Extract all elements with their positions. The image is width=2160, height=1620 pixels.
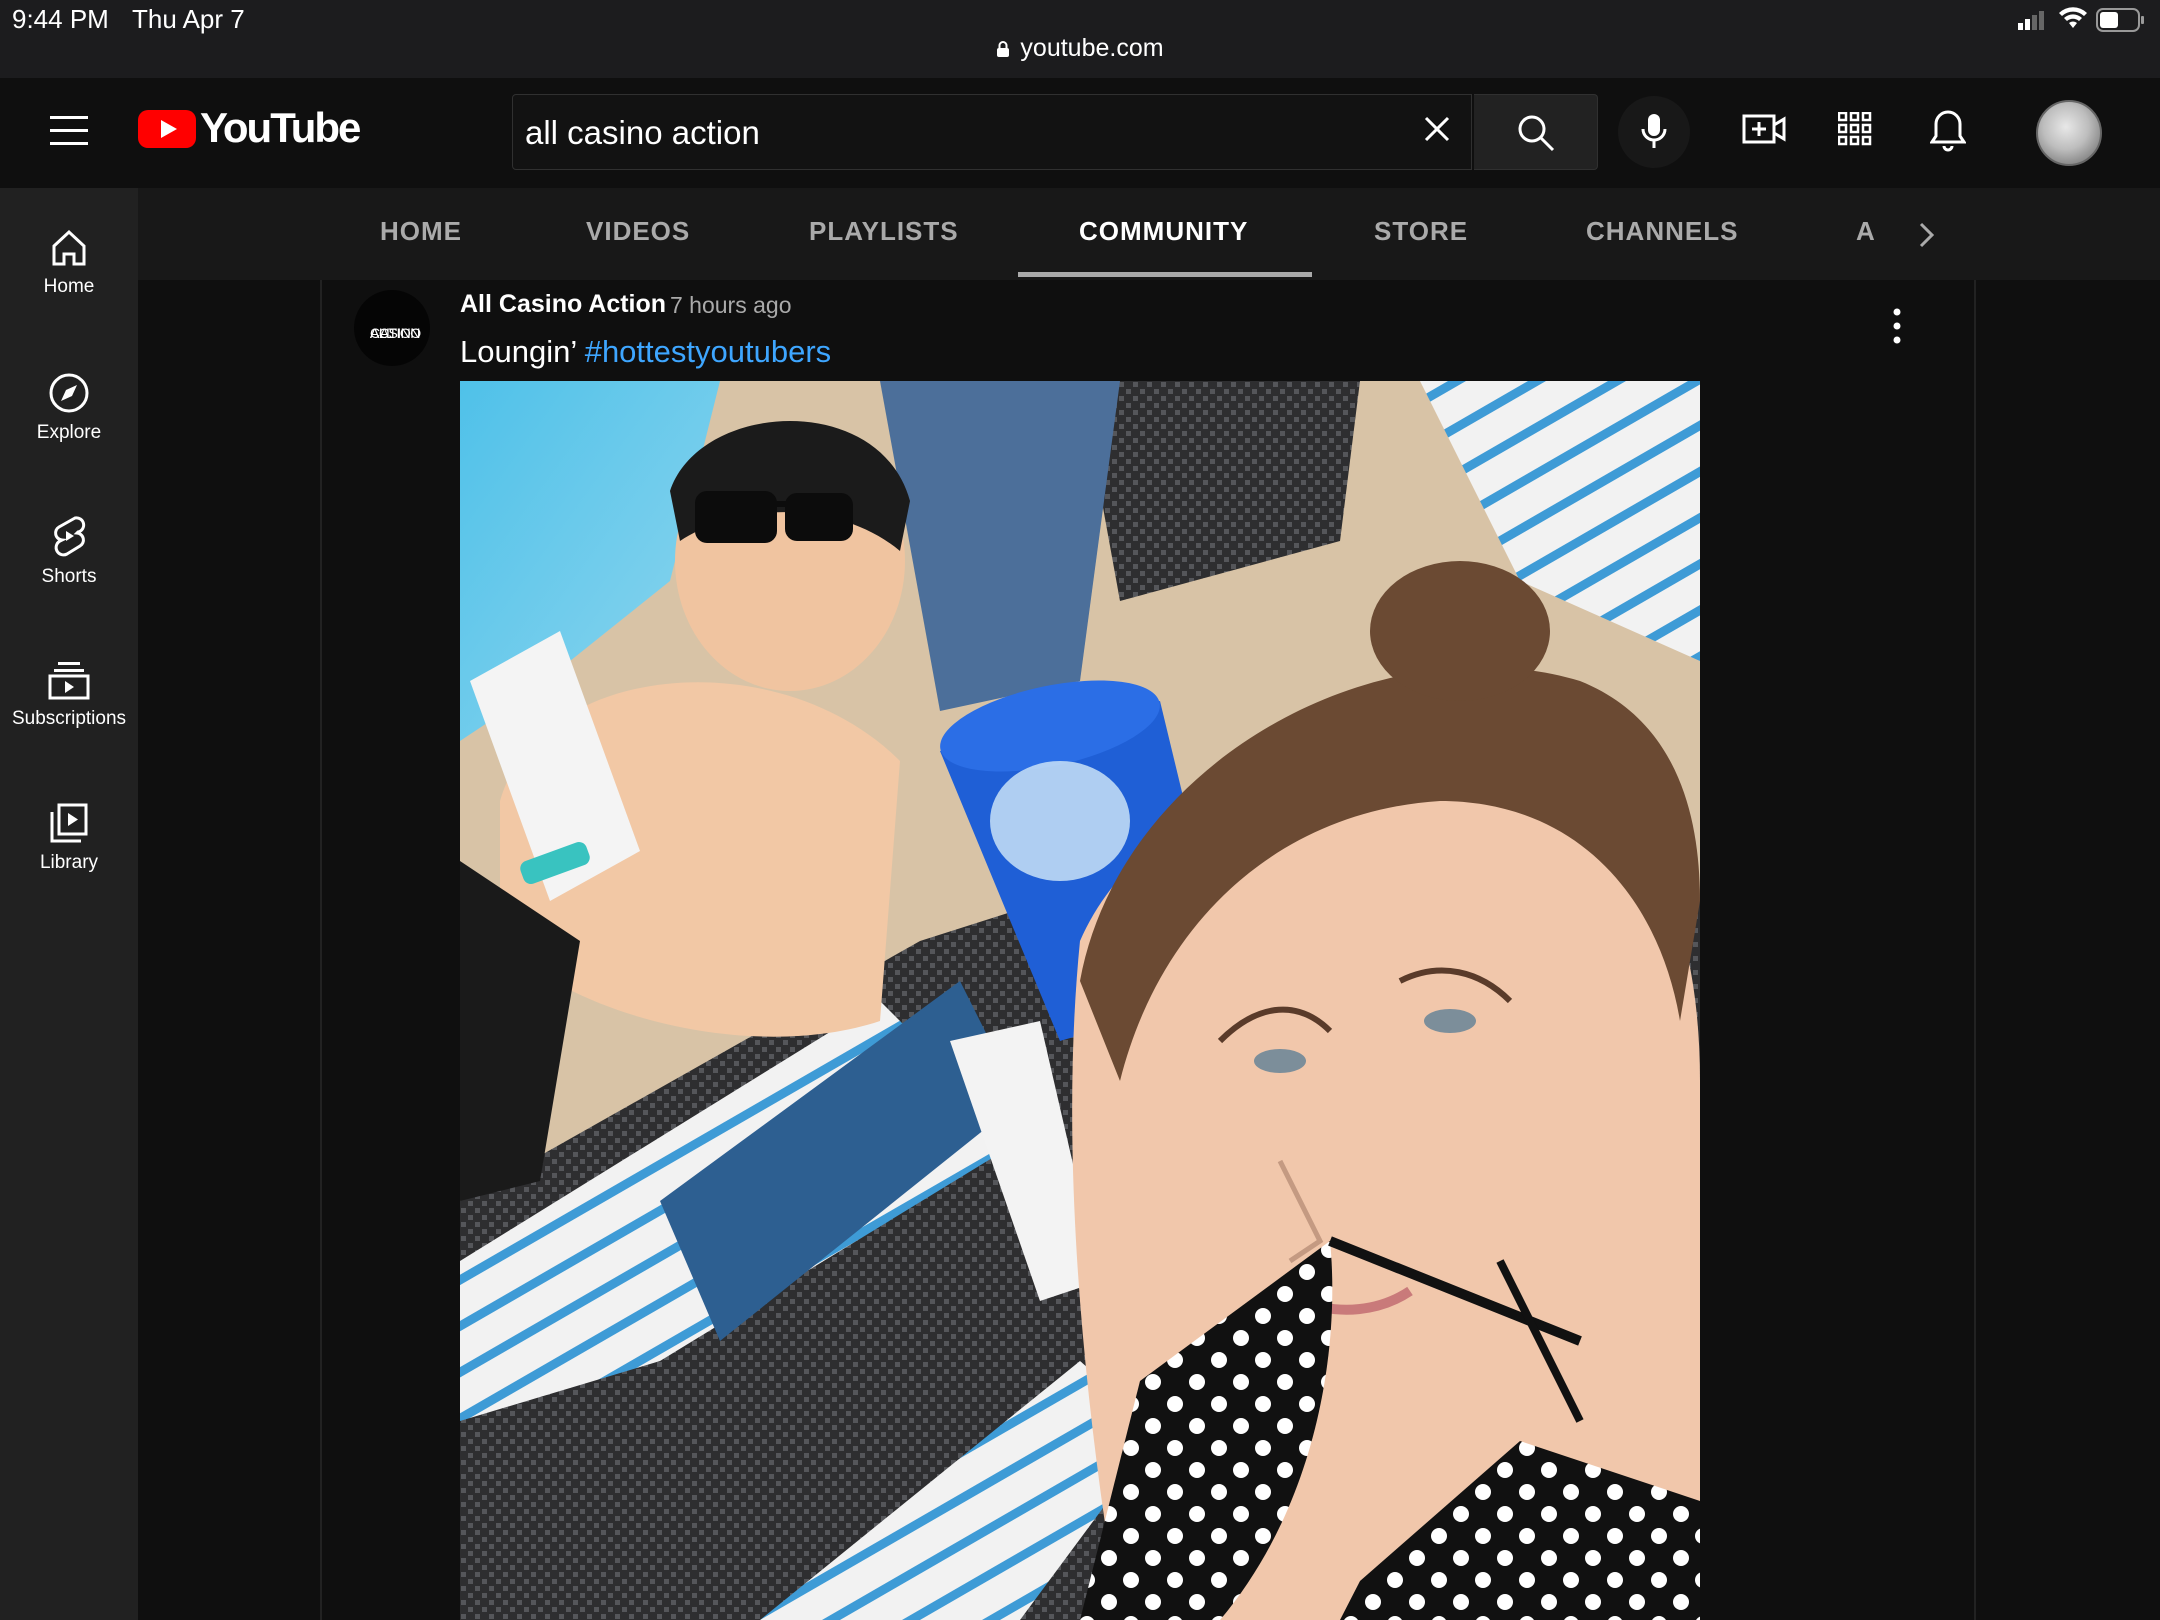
nav-item-library[interactable]: Library [0, 802, 138, 874]
compass-icon [49, 373, 89, 413]
cellular-signal-icon [2018, 10, 2048, 35]
post-author[interactable]: All Casino Action [460, 290, 666, 319]
account-avatar[interactable] [2036, 100, 2102, 166]
create-video-icon[interactable] [1742, 112, 1786, 151]
left-nav: Home Explore Shorts Subscriptions Librar… [0, 188, 138, 1620]
post-image[interactable] [460, 381, 1700, 1620]
lock-icon [996, 36, 1010, 65]
search-box[interactable] [512, 94, 1472, 170]
tab-playlists[interactable]: PLAYLISTS [809, 216, 959, 247]
url-text: youtube.com [1020, 34, 1164, 62]
nav-label-library: Library [39, 852, 99, 873]
post-body: Loungin’ [460, 334, 577, 369]
nav-item-explore[interactable]: Explore [0, 372, 138, 444]
wifi-icon [2058, 6, 2088, 35]
home-icon [52, 229, 86, 266]
notifications-icon[interactable] [1929, 108, 1967, 157]
nav-label-subscriptions: Subscriptions [11, 708, 127, 729]
youtube-logo-text[interactable]: YouTube [200, 104, 361, 152]
url-bar[interactable]: youtube.com [0, 34, 2160, 65]
active-tab-indicator [1018, 272, 1312, 277]
nav-item-shorts[interactable]: Shorts [0, 514, 138, 588]
nav-label-explore: Explore [36, 422, 102, 443]
channel-tabs: HOME VIDEOS PLAYLISTS COMMUNITY STORE CH… [138, 188, 2160, 280]
nav-item-home[interactable]: Home [0, 228, 138, 298]
chevron-right-icon[interactable] [1914, 220, 1938, 255]
tab-videos[interactable]: VIDEOS [586, 216, 690, 247]
battery-icon [2096, 8, 2146, 37]
tab-channels[interactable]: CHANNELS [1586, 216, 1738, 247]
tab-home[interactable]: HOME [380, 216, 462, 247]
post-timestamp[interactable]: 7 hours ago [670, 292, 791, 319]
youtube-logo-icon[interactable] [138, 108, 196, 158]
apps-icon[interactable] [1837, 111, 1872, 151]
nav-label-home: Home [43, 276, 95, 297]
search-input[interactable] [523, 105, 1387, 161]
nav-label-shorts: Shorts [41, 566, 97, 587]
youtube-header: YouTube [0, 78, 2160, 190]
clear-icon[interactable] [1420, 112, 1460, 152]
subscriptions-icon [48, 662, 90, 700]
tab-about[interactable]: A [1856, 216, 1874, 247]
post-hashtag[interactable]: #hottestyoutubers [585, 334, 831, 369]
search-button[interactable] [1474, 94, 1598, 170]
more-options-icon[interactable] [1890, 306, 1904, 351]
channel-avatar[interactable]: ALL CASINO ACTION [354, 290, 430, 366]
mic-icon [1641, 114, 1667, 148]
shorts-icon [54, 516, 86, 557]
library-icon [50, 803, 88, 843]
menu-icon[interactable] [50, 114, 90, 148]
post-text: Loungin’ #hottestyoutubers [460, 334, 831, 370]
status-date: Thu Apr 7 [132, 4, 245, 34]
tab-community[interactable]: COMMUNITY [1079, 216, 1248, 247]
voice-search-button[interactable] [1618, 96, 1690, 168]
search-icon [1518, 115, 1555, 152]
status-time: 9:44 PM [12, 4, 109, 34]
nav-item-subscriptions[interactable]: Subscriptions [0, 660, 138, 730]
tab-store[interactable]: STORE [1374, 216, 1468, 247]
